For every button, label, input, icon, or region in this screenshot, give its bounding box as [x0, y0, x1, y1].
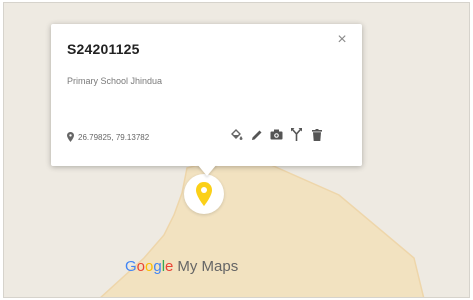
popup-pointer — [197, 164, 217, 176]
style-button[interactable] — [228, 126, 245, 143]
pin-icon — [67, 132, 74, 142]
edit-button[interactable] — [248, 126, 265, 143]
camera-icon — [270, 129, 283, 140]
feature-toolbar — [228, 126, 328, 143]
paint-bucket-icon — [231, 129, 243, 140]
coordinates-text: 26.79825, 79.13782 — [78, 132, 150, 142]
location-marker[interactable] — [194, 181, 214, 207]
feature-description: Primary School Jhindua — [67, 76, 163, 86]
google-my-maps-logo: Google My Maps — [125, 258, 239, 275]
coordinates-row: 26.79825, 79.13782 — [67, 130, 149, 144]
directions-icon — [291, 128, 302, 141]
feature-title: S24201125 — [67, 41, 140, 57]
photo-button[interactable] — [268, 126, 285, 143]
directions-button[interactable] — [288, 126, 305, 143]
info-popup: S24201125 × Primary School Jhindua 26.79… — [51, 24, 362, 176]
close-icon[interactable]: × — [334, 32, 350, 48]
map-frame: S24201125 × Primary School Jhindua 26.79… — [3, 2, 470, 298]
trash-icon — [311, 128, 322, 141]
pencil-icon — [251, 130, 261, 140]
delete-button[interactable] — [308, 126, 325, 143]
